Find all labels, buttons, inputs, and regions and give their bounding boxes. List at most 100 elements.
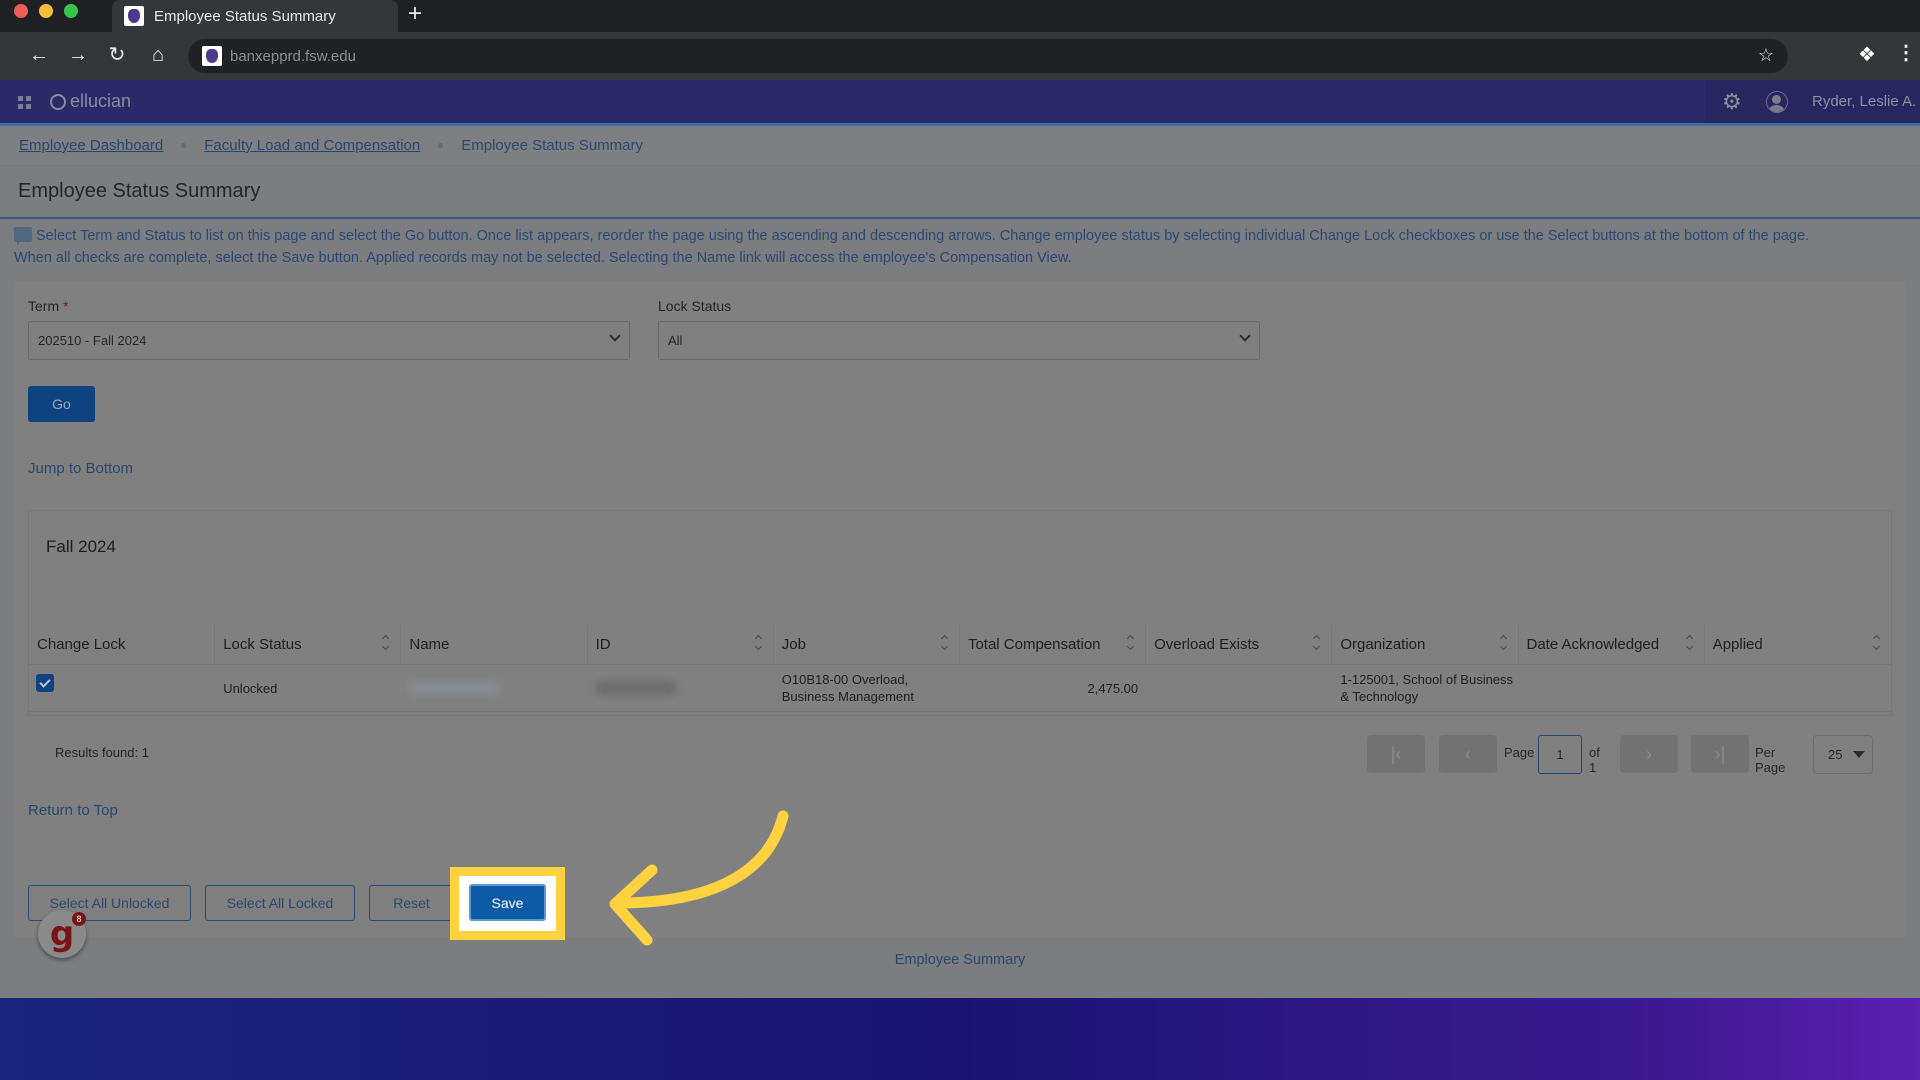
- column-label: ID: [595, 636, 611, 653]
- column-label: Change Lock: [37, 636, 126, 653]
- sort-icon[interactable]: [1686, 636, 1694, 652]
- column-header-organization[interactable]: Organization: [1332, 625, 1519, 664]
- reload-icon[interactable]: ↻: [105, 44, 129, 66]
- required-asterisk: *: [63, 298, 69, 314]
- column-label: Date Acknowledged: [1526, 636, 1660, 653]
- sort-icon[interactable]: [755, 636, 763, 652]
- desktop-background: [0, 998, 1920, 1080]
- column-header-total-compensation[interactable]: Total Compensation: [960, 625, 1147, 664]
- term-select[interactable]: 202510 - Fall 2024: [28, 321, 630, 360]
- sort-icon[interactable]: [1873, 636, 1881, 652]
- term-heading: Fall 2024: [46, 537, 116, 556]
- browser-tab[interactable]: Employee Status Summary: [112, 0, 398, 32]
- results-card: Fall 2024 Change Lock Lock Status Name I…: [28, 510, 1892, 716]
- cell-organization: 1-125001, School of Business & Technolog…: [1340, 672, 1514, 704]
- breadcrumb-faculty-load[interactable]: Faculty Load and Compensation: [204, 137, 420, 154]
- return-to-top-link[interactable]: Return to Top: [28, 802, 118, 819]
- column-header-job[interactable]: Job: [774, 625, 960, 664]
- tab-title: Employee Status Summary: [154, 7, 336, 25]
- app-grid-icon[interactable]: [18, 96, 31, 109]
- brand-name: ellucian: [70, 91, 132, 111]
- table-header: Change Lock Lock Status Name ID Job Tota…: [29, 625, 1891, 665]
- column-header-name: Name: [401, 625, 588, 664]
- window-minimize-button[interactable]: [39, 4, 53, 18]
- term-select-value: 202510 - Fall 2024: [38, 333, 147, 348]
- reset-button[interactable]: Reset: [369, 885, 454, 921]
- column-header-date-acknowledged[interactable]: Date Acknowledged: [1519, 625, 1705, 664]
- home-icon[interactable]: ⌂: [146, 44, 170, 66]
- address-bar[interactable]: banxepprd.fsw.edu ☆: [188, 39, 1788, 73]
- employee-summary-link[interactable]: Employee Summary: [895, 952, 1026, 968]
- extensions-puzzle-icon[interactable]: ❖: [1858, 42, 1876, 67]
- column-label: Total Compensation: [967, 636, 1101, 653]
- term-label: Term *: [28, 298, 68, 314]
- employee-name-link-redacted[interactable]: [409, 681, 500, 695]
- column-label: Organization: [1340, 636, 1426, 653]
- employee-id-redacted: [595, 681, 676, 695]
- user-name[interactable]: Ryder, Leslie A.: [1812, 93, 1916, 110]
- new-tab-button[interactable]: +: [408, 2, 422, 26]
- settings-gear-icon[interactable]: ⚙: [1722, 89, 1742, 115]
- sort-icon[interactable]: [1127, 636, 1135, 652]
- go-button[interactable]: Go: [28, 386, 95, 422]
- next-page-button[interactable]: ›: [1620, 735, 1678, 773]
- per-page-value: 25: [1828, 747, 1843, 762]
- change-lock-checkbox[interactable]: [36, 674, 54, 692]
- ellucian-logo[interactable]: ellucian: [50, 91, 131, 112]
- term-label-text: Term: [28, 298, 60, 314]
- breadcrumb-separator: [181, 143, 187, 148]
- column-header-change-lock: Change Lock: [29, 625, 216, 664]
- previous-page-button[interactable]: ‹: [1439, 735, 1497, 773]
- guide-widget-count-badge: 8: [72, 912, 86, 926]
- caret-down-icon: [1853, 751, 1865, 758]
- sort-icon[interactable]: [1500, 636, 1508, 652]
- forward-arrow-icon[interactable]: →: [66, 44, 90, 66]
- site-favicon-icon: [202, 46, 222, 66]
- instructions-line-2: When all checks are complete, select the…: [14, 250, 1072, 266]
- save-button[interactable]: Save: [469, 884, 546, 921]
- breadcrumb-current: Employee Status Summary: [461, 137, 643, 154]
- column-header-applied[interactable]: Applied: [1705, 625, 1891, 664]
- window-close-button[interactable]: [14, 4, 28, 18]
- breadcrumb-separator: [438, 143, 444, 148]
- sort-icon[interactable]: [941, 636, 949, 652]
- breadcrumb-employee-dashboard[interactable]: Employee Dashboard: [19, 137, 163, 154]
- lock-status-select[interactable]: All: [658, 321, 1260, 360]
- cell-date-acknowledged: [1519, 665, 1705, 711]
- browser-tab-bar: Employee Status Summary +: [0, 0, 1920, 32]
- url-text: banxepprd.fsw.edu: [230, 47, 356, 65]
- table-row: Unlocked O10B18-00 Overload, Business Ma…: [29, 665, 1891, 712]
- lock-status-label: Lock Status: [658, 298, 732, 314]
- guide-widget-letter: g: [49, 914, 75, 954]
- cell-change-lock: [29, 665, 215, 711]
- cell-name[interactable]: [401, 665, 587, 711]
- info-speech-icon: [14, 227, 32, 246]
- cell-total-compensation: 2,475.00: [1087, 680, 1139, 696]
- column-header-id[interactable]: ID: [588, 625, 774, 664]
- instructions: Select Term and Status to list on this p…: [14, 225, 1904, 269]
- annotation-arrow-icon: [609, 810, 789, 946]
- results-table: Change Lock Lock Status Name ID Job Tota…: [29, 625, 1891, 712]
- sort-icon[interactable]: [382, 636, 390, 652]
- window-maximize-button[interactable]: [64, 4, 78, 18]
- first-page-button[interactable]: |‹: [1367, 735, 1425, 773]
- page-number-input[interactable]: 1: [1538, 735, 1582, 774]
- column-label: Job: [781, 636, 806, 653]
- last-page-button[interactable]: ›|: [1691, 735, 1749, 773]
- page-of-label: of 1: [1589, 745, 1600, 775]
- column-header-overload-exists[interactable]: Overload Exists: [1146, 625, 1333, 664]
- per-page-select[interactable]: 25: [1813, 735, 1873, 774]
- browser-menu-icon[interactable]: ⋮: [1896, 40, 1916, 65]
- column-label: Applied: [1712, 636, 1763, 653]
- select-all-locked-button[interactable]: Select All Locked: [205, 885, 355, 921]
- page-label: Page: [1504, 745, 1535, 760]
- sort-icon[interactable]: [1313, 636, 1321, 652]
- user-avatar-icon[interactable]: [1766, 91, 1788, 113]
- bookmark-star-icon[interactable]: ☆: [1758, 45, 1774, 66]
- column-header-lock-status[interactable]: Lock Status: [215, 625, 402, 664]
- title-divider: [0, 217, 1920, 219]
- chevron-down-icon: [1239, 330, 1251, 342]
- breadcrumb: Employee Dashboard Faculty Load and Comp…: [0, 126, 1920, 166]
- back-arrow-icon[interactable]: ←: [27, 44, 51, 66]
- jump-to-bottom-link[interactable]: Jump to Bottom: [28, 460, 133, 477]
